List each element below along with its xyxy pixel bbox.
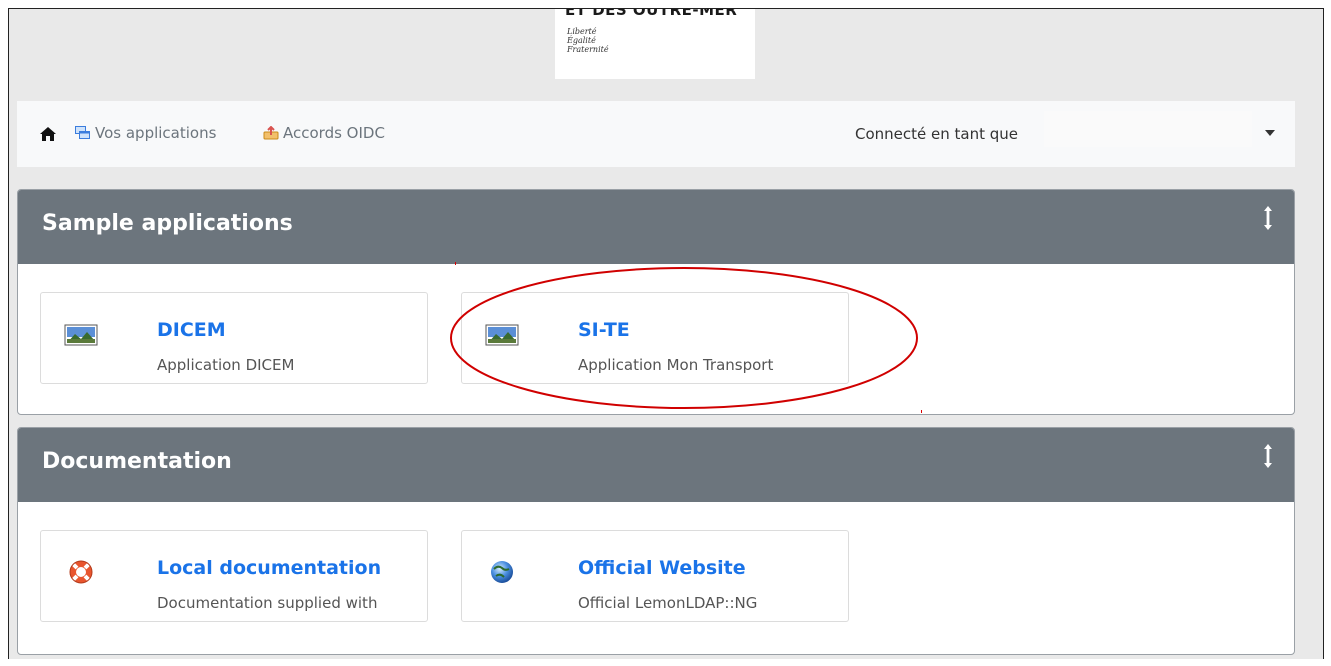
category-panel-documentation: Documentation Local documentation Docume… [17,427,1295,655]
username-display[interactable] [1044,111,1252,147]
user-menu-chevron-down-icon[interactable] [1265,130,1275,136]
application-image-icon [485,324,519,346]
panel-title: Sample applications [42,211,293,236]
annotation-mark [455,262,456,265]
app-name[interactable]: Local documentation [157,557,381,579]
annotation-mark [921,410,922,413]
app-description: Official LemonLDAP::NG [578,594,758,612]
republic-motto: Liberté Égalité Fraternité [567,27,609,54]
panel-header: Documentation [18,428,1294,502]
connected-as-label: Connecté en tant que [855,125,1019,143]
home-icon[interactable] [39,125,57,143]
vertical-resize-icon[interactable] [1262,204,1274,232]
app-name[interactable]: Official Website [578,557,746,579]
category-panel-sample-applications: Sample applications DICEM Application DI… [17,189,1295,415]
panel-header: Sample applications [18,190,1294,264]
app-description: Application Mon Transport [578,356,774,374]
nav-oidc-consents[interactable]: Accords OIDC [263,124,385,142]
app-card-official-website[interactable]: Official Website Official LemonLDAP::NG [461,530,849,622]
top-navbar: Vos applications Accords OIDC Connecté e… [17,101,1295,167]
panel-body: DICEM Application DICEM SI-TE Applicatio… [18,264,1294,412]
consent-icon [263,126,279,140]
vertical-resize-icon[interactable] [1262,442,1274,470]
panel-body: Local documentation Documentation suppli… [18,502,1294,650]
nav-your-applications-label: Vos applications [95,124,217,142]
panel-title: Documentation [42,449,232,474]
application-image-icon [64,324,98,346]
lifebuoy-icon [69,560,93,584]
motto-egalite: Égalité [567,36,596,45]
browser-viewport: ET DES OUTRE-MER Liberté Égalité Fratern… [8,8,1324,659]
motto-liberte: Liberté [567,27,597,36]
nav-oidc-consents-label: Accords OIDC [283,124,385,142]
app-description: Documentation supplied with [157,594,378,612]
globe-icon [491,561,513,583]
marianne-logo: ET DES OUTRE-MER Liberté Égalité Fratern… [555,8,755,79]
app-name[interactable]: SI-TE [578,319,630,341]
motto-fraternite: Fraternité [567,45,609,54]
logo-title: ET DES OUTRE-MER [565,8,738,19]
nav-your-applications[interactable]: Vos applications [75,124,216,142]
app-name[interactable]: DICEM [157,319,226,341]
app-card-dicem[interactable]: DICEM Application DICEM [40,292,428,384]
app-description: Application DICEM [157,356,295,374]
applications-icon [75,126,90,139]
app-card-local-documentation[interactable]: Local documentation Documentation suppli… [40,530,428,622]
app-card-si-te[interactable]: SI-TE Application Mon Transport [461,292,849,384]
